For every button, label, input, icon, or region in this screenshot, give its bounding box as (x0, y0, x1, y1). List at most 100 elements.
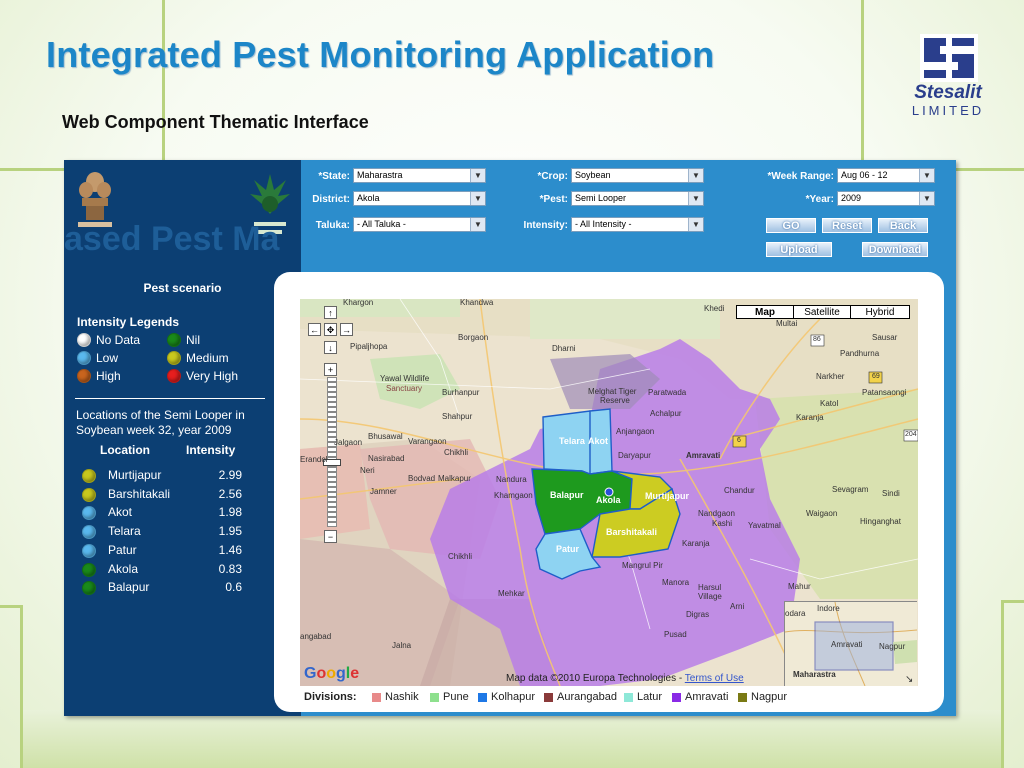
map-place-label: Pandhurna (840, 349, 880, 358)
pest-scenario-heading: Pest scenario (143, 281, 222, 295)
watermark-text: ased Pest Ma (64, 220, 280, 258)
map-type-satellite[interactable]: Satellite (793, 305, 851, 319)
pan-left-icon[interactable]: ← (308, 323, 321, 336)
division-name: Latur (637, 691, 663, 703)
zoom-in-icon[interactable]: + (324, 363, 337, 376)
map-place-label: Varangaon (408, 437, 447, 446)
week-range-select[interactable]: Aug 06 - 12 ▼ (837, 168, 935, 183)
district-label-patur: Patur (556, 544, 580, 554)
map-type-hybrid[interactable]: Hybrid (850, 305, 910, 319)
map-view[interactable]: Map Satellite Hybrid ↑ ← ✥ → ↓ + − Kharg… (300, 299, 918, 686)
location-name: Patur (108, 542, 137, 557)
division-swatch-icon (624, 692, 633, 702)
overview-place-label: Indore (817, 604, 840, 613)
corner-decoration-bottom-left (0, 605, 23, 768)
chevron-down-icon: ▼ (688, 218, 703, 231)
overview-place-label: Maharastra (793, 670, 836, 679)
intensity-dot-icon (82, 543, 96, 558)
map-place-label: Melghat Tiger (588, 387, 637, 396)
intensity-dot-icon (82, 487, 96, 502)
legend-low: Low (77, 351, 118, 365)
map-place-label: Katol (820, 399, 839, 408)
map-place-label: Paratwada (648, 388, 687, 397)
map-place-label: Burhanpur (442, 388, 480, 397)
map-place-label: Shahpur (442, 412, 473, 421)
map-place-label: Nasirabad (368, 454, 405, 463)
location-row: Akot 1.98 (82, 504, 242, 522)
back-button[interactable]: Back (878, 218, 928, 233)
map-place-label: Waigaon (806, 509, 838, 518)
chevron-down-icon: ▼ (688, 169, 703, 182)
map-place-label: angabad (300, 632, 332, 641)
division-swatch-icon (738, 692, 747, 702)
location-row: Telara 1.95 (82, 523, 242, 541)
go-button[interactable]: GO (766, 218, 816, 233)
division-legend-item: Latur (624, 691, 662, 703)
overview-map[interactable]: Indore odara Amravati Nagpur Maharastra … (784, 601, 917, 686)
division-swatch-icon (672, 692, 681, 702)
corner-decoration-top-left (0, 0, 165, 171)
map-place-label: Yavatmal (748, 521, 781, 530)
crop-select[interactable]: Soybean ▼ (571, 168, 704, 183)
legend-dot-icon (77, 333, 91, 347)
stesalit-logo: Stesalit LIMITED (898, 34, 1000, 120)
download-button[interactable]: Download (862, 242, 928, 257)
district-label-murtijapur: Murtijapur (645, 491, 689, 501)
highway-number: 69 (872, 373, 880, 380)
map-place-label: Khamgaon (494, 491, 533, 500)
pan-down-icon[interactable]: ↓ (324, 341, 337, 354)
year-select[interactable]: 2009 ▼ (837, 191, 935, 206)
location-intensity: 0.83 (218, 561, 242, 576)
overview-place-label: Nagpur (879, 642, 906, 651)
taluka-select[interactable]: - All Taluka - ▼ (353, 217, 486, 232)
map-place-label: Chikhli (448, 552, 473, 561)
map-place-label: Khedi (704, 304, 725, 313)
week-range-label: *Week Range: (767, 171, 834, 182)
pan-right-icon[interactable]: → (340, 323, 353, 336)
location-row: Balapur 0.6 (82, 579, 242, 597)
district-label: District: (312, 194, 350, 205)
pan-up-icon[interactable]: ↑ (324, 306, 337, 319)
highway-number: 6 (737, 437, 741, 444)
upload-button[interactable]: Upload (766, 242, 832, 257)
map-place-label: Jalna (392, 641, 412, 650)
state-select[interactable]: Maharastra ▼ (353, 168, 486, 183)
map-place-label: Kashi (712, 519, 733, 528)
location-row: Murtijapur 2.99 (82, 467, 242, 485)
zoom-out-icon[interactable]: − (324, 530, 337, 543)
crop-label: *Crop: (537, 171, 568, 182)
google-logo-letter: e (350, 665, 360, 682)
map-place-label: Harsul (698, 583, 722, 592)
location-column-header: Location (100, 443, 150, 457)
division-swatch-icon (372, 692, 381, 702)
overview-collapse-icon[interactable]: ↘ (905, 674, 913, 685)
left-panel: ased Pest Ma Pest scenario Intensity Leg… (64, 160, 301, 716)
google-logo-letter: o (326, 665, 337, 682)
map-place-label: Nandgaon (698, 509, 735, 518)
intensity-label: Intensity: (523, 220, 568, 231)
division-legend-item: Nagpur (738, 691, 787, 703)
location-intensity: 2.99 (218, 468, 242, 482)
terms-of-use-link[interactable]: Terms of Use (685, 673, 744, 684)
division-legend-item: Kolhapur (478, 691, 535, 703)
division-name: Nashik (385, 691, 419, 703)
map-place-label: Dharni (552, 344, 576, 353)
district-label-balapur: Balapur (550, 490, 584, 500)
map-type-map[interactable]: Map (736, 305, 794, 319)
district-select[interactable]: Akola ▼ (353, 191, 486, 206)
zoom-slider[interactable] (327, 377, 337, 527)
map-place-label: Digras (686, 610, 710, 619)
logo-name: Stesalit (914, 82, 982, 103)
location-name: Murtijapur (108, 468, 162, 482)
pan-center-icon[interactable]: ✥ (324, 323, 337, 336)
intensity-select[interactable]: - All Intensity - ▼ (571, 217, 704, 232)
location-row: Barshitakali 2.56 (82, 486, 242, 504)
map-place-label: Sausar (872, 333, 898, 342)
reset-button[interactable]: Reset (822, 218, 872, 233)
taluka-label: Taluka: (315, 220, 350, 231)
pest-select[interactable]: Semi Looper ▼ (571, 191, 704, 206)
legend-dot-icon (77, 351, 91, 365)
division-swatch-icon (430, 692, 439, 702)
map-place-label: Mangrul Pir (622, 561, 663, 570)
intensity-dot-icon (82, 562, 96, 577)
